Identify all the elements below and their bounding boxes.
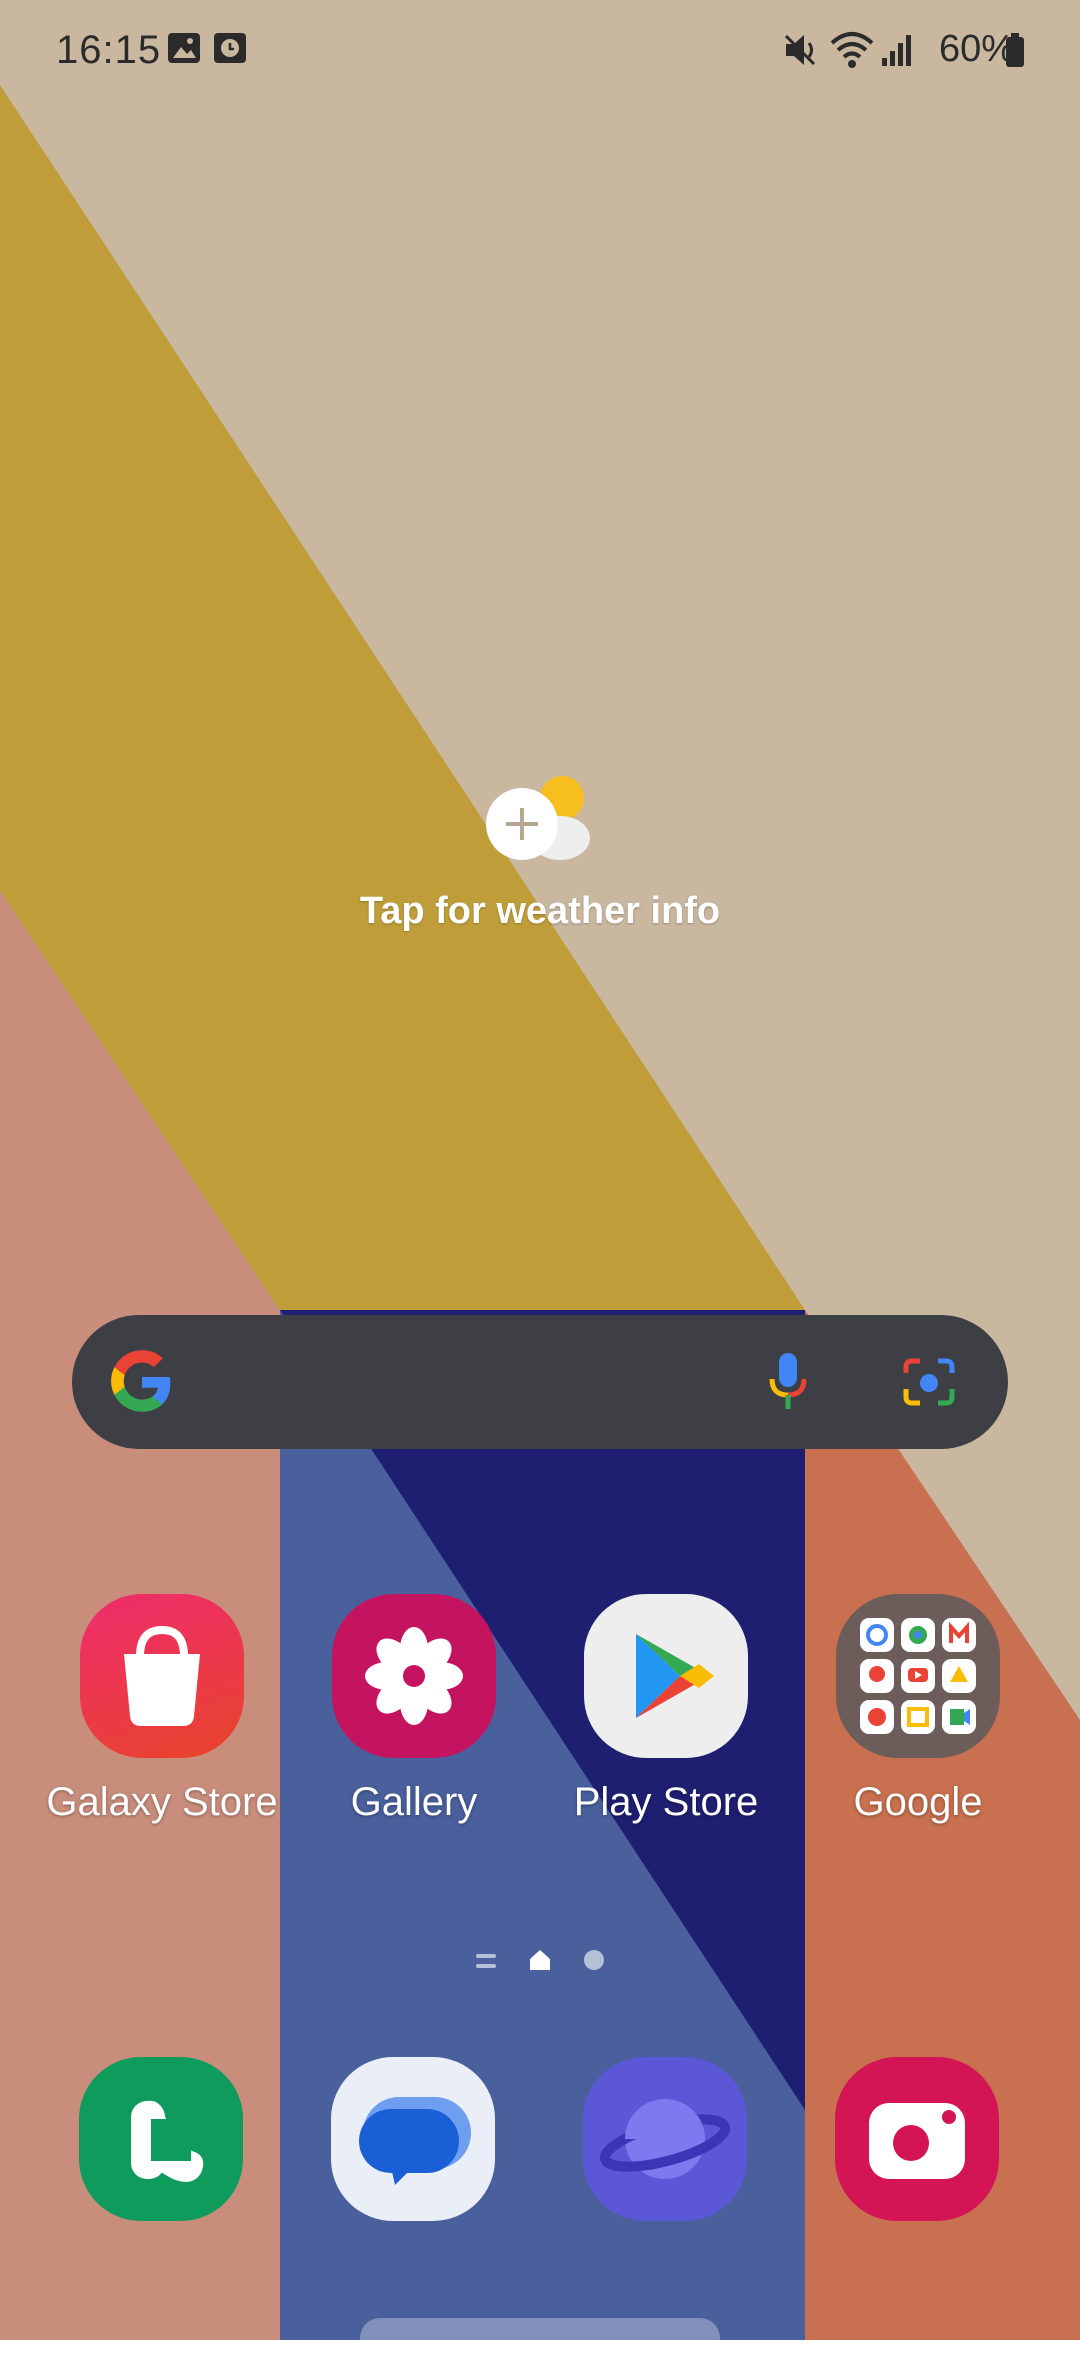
clock-notification-icon [212,30,248,71]
list-page-icon [474,1951,498,1976]
phone-icon[interactable] [79,2057,243,2221]
app-label: Google [853,1780,983,1824]
page-dot [584,1950,604,1970]
weather-add-icon [484,770,596,871]
gallery-icon [332,1594,496,1758]
battery-icon [1003,30,1027,75]
signal-icon [880,30,916,75]
gallery-notification-icon [166,30,202,71]
app-galaxy-store[interactable]: Galaxy Store [37,1594,287,1825]
samsung-internet-icon[interactable] [583,2057,747,2221]
messages-icon[interactable] [331,2057,495,2221]
google-lens-icon[interactable] [900,1355,958,1414]
galaxy-store-icon [80,1594,244,1758]
status-time: 16:15 [56,28,162,72]
page-indicator[interactable] [0,1945,1080,1975]
navigation-handle[interactable] [360,2318,720,2358]
mute-icon [782,30,818,75]
app-label: Gallery [350,1780,478,1824]
google-logo-icon [108,1348,176,1421]
wifi-icon [828,30,876,75]
google-folder-icon [836,1594,1000,1758]
home-page-icon [528,1948,552,1977]
google-search-bar[interactable] [72,1315,1008,1449]
wallpaper [0,0,1080,2340]
microphone-icon[interactable] [764,1351,812,1420]
app-google-folder[interactable]: Google [793,1594,1043,1825]
app-gallery[interactable]: Gallery [289,1594,539,1825]
camera-icon[interactable] [835,2057,999,2221]
weather-label: Tap for weather info [359,890,721,932]
app-label: Galaxy Store [46,1780,278,1824]
status-bar: 16:15 60% [0,0,1080,100]
app-label: Play Store [573,1780,759,1824]
app-play-store[interactable]: Play Store [541,1594,791,1825]
play-store-icon [584,1594,748,1758]
